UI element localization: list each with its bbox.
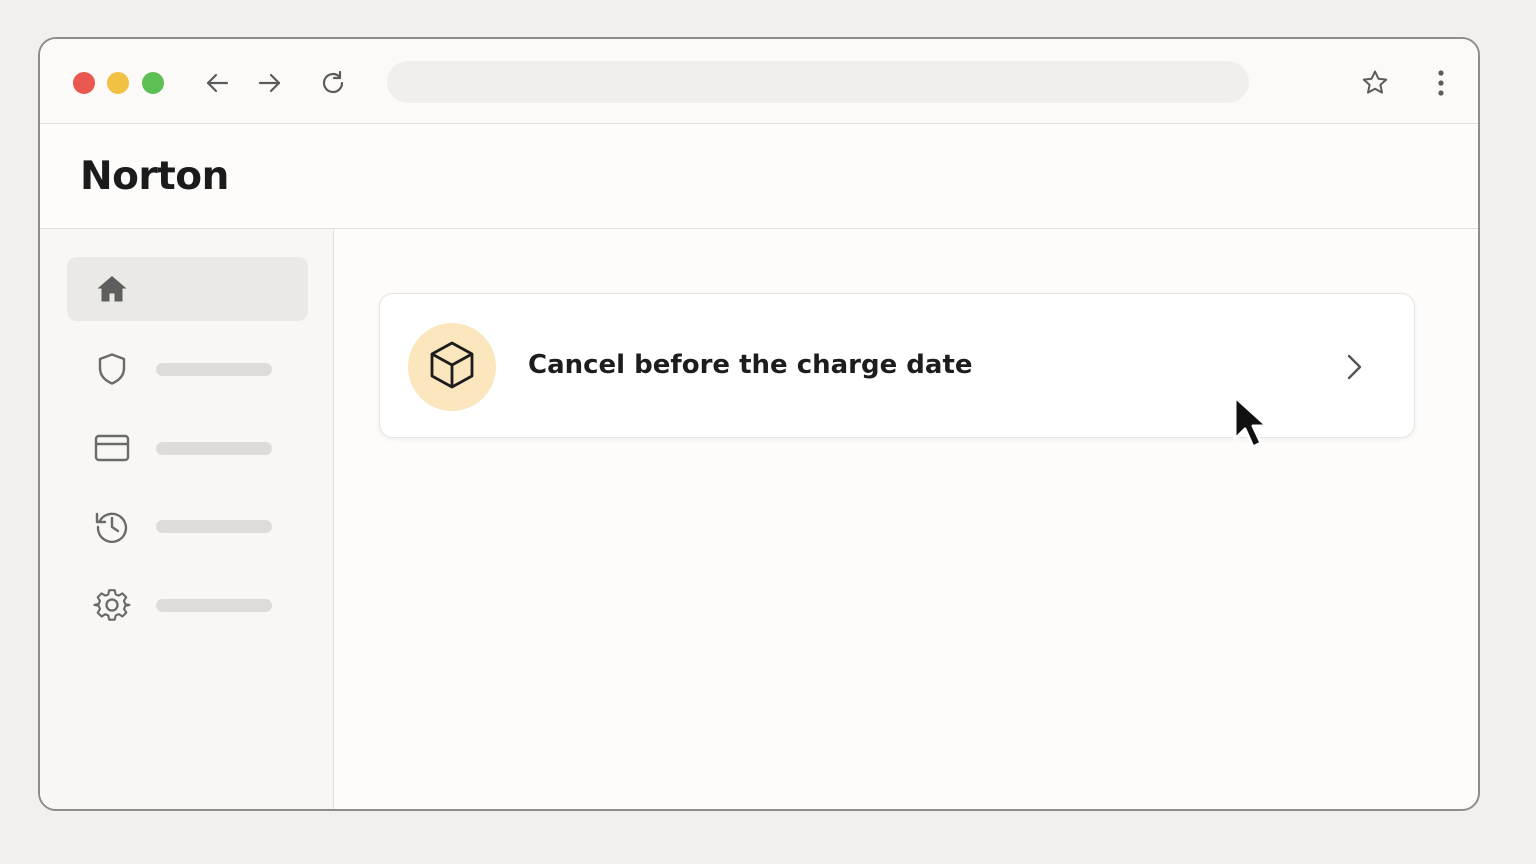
card-title: Cancel before the charge date [528, 350, 973, 380]
close-window-button[interactable] [73, 72, 95, 94]
site-header: Norton [40, 124, 1478, 229]
reload-icon[interactable] [314, 64, 352, 102]
forward-arrow-icon[interactable] [251, 64, 289, 102]
shield-icon [93, 350, 131, 388]
sidebar-item-billing[interactable] [67, 415, 308, 479]
sidebar-item-home[interactable] [67, 257, 308, 321]
address-bar[interactable] [387, 61, 1249, 103]
star-icon[interactable] [1356, 64, 1394, 102]
credit-card-icon [93, 429, 131, 467]
mouse-pointer-icon [1232, 395, 1276, 461]
minimize-window-button[interactable] [107, 72, 129, 94]
brand-logo-text[interactable]: Norton [80, 154, 229, 199]
gear-icon [93, 586, 131, 624]
card-icon-badge [408, 323, 496, 411]
sidebar-item-label-placeholder [156, 520, 272, 533]
browser-toolbar [40, 39, 1478, 124]
sidebar [40, 229, 334, 809]
sidebar-item-label-placeholder [156, 363, 272, 376]
history-icon [93, 507, 131, 545]
chevron-right-icon[interactable] [1338, 352, 1368, 382]
home-icon [93, 270, 131, 308]
sidebar-item-label-placeholder [156, 599, 272, 612]
sidebar-item-history[interactable] [67, 493, 308, 557]
back-arrow-icon[interactable] [198, 64, 236, 102]
maximize-window-button[interactable] [142, 72, 164, 94]
sidebar-item-settings[interactable] [67, 572, 308, 636]
box-icon [426, 339, 478, 396]
kebab-menu-icon[interactable] [1422, 64, 1460, 102]
sidebar-item-security[interactable] [67, 336, 308, 400]
sidebar-item-label-placeholder [156, 442, 272, 455]
